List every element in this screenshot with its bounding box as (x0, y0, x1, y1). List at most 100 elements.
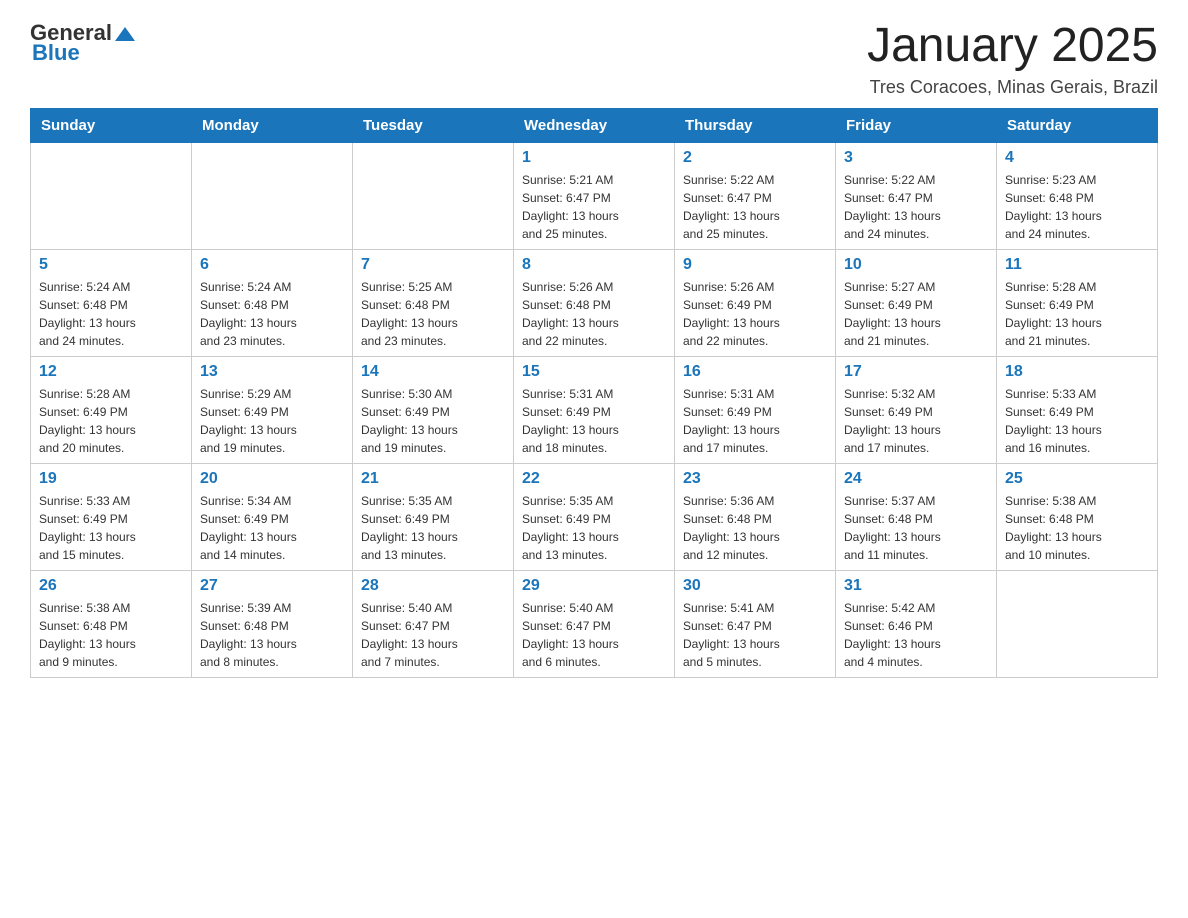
day-info: Sunrise: 5:21 AMSunset: 6:47 PMDaylight:… (522, 171, 666, 243)
day-info: Sunrise: 5:28 AMSunset: 6:49 PMDaylight:… (39, 385, 183, 457)
day-info: Sunrise: 5:27 AMSunset: 6:49 PMDaylight:… (844, 278, 988, 350)
calendar-cell: 15Sunrise: 5:31 AMSunset: 6:49 PMDayligh… (514, 356, 675, 463)
day-info: Sunrise: 5:22 AMSunset: 6:47 PMDaylight:… (683, 171, 827, 243)
day-number: 25 (1005, 470, 1149, 488)
day-number: 30 (683, 577, 827, 595)
day-number: 27 (200, 577, 344, 595)
calendar-week-2: 5 Sunrise: 5:24 AMSunset: 6:48 PMDaylight… (31, 249, 1158, 356)
logo-blue-text: Blue (32, 40, 80, 66)
day-info: Sunrise: 5:37 AMSunset: 6:48 PMDaylight:… (844, 492, 988, 564)
calendar-cell: 2 Sunrise: 5:22 AMSunset: 6:47 PMDaylight… (675, 142, 836, 249)
day-number: 20 (200, 470, 344, 488)
day-info: Sunrise: 5:32 AMSunset: 6:49 PMDaylight:… (844, 385, 988, 457)
header-day-friday: Friday (836, 108, 997, 142)
calendar-cell: 11 Sunrise: 5:28 AMSunset: 6:49 PMDayligh… (997, 249, 1158, 356)
day-info: Sunrise: 5:26 AMSunset: 6:49 PMDaylight:… (683, 278, 827, 350)
day-info: Sunrise: 5:38 AMSunset: 6:48 PMDaylight:… (39, 599, 183, 671)
month-title: January 2025 (867, 20, 1158, 73)
calendar-cell: 4Sunrise: 5:23 AMSunset: 6:48 PMDaylight… (997, 142, 1158, 249)
day-number: 2 (683, 149, 827, 167)
page-header: General Blue January 2025 Tres Coracoes,… (30, 20, 1158, 98)
day-info: Sunrise: 5:22 AMSunset: 6:47 PMDaylight:… (844, 171, 988, 243)
calendar-cell: 24 Sunrise: 5:37 AMSunset: 6:48 PMDayligh… (836, 463, 997, 570)
calendar-cell: 31 Sunrise: 5:42 AMSunset: 6:46 PMDayligh… (836, 570, 997, 677)
day-number: 19 (39, 470, 183, 488)
day-number: 26 (39, 577, 183, 595)
day-number: 28 (361, 577, 505, 595)
title-section: January 2025 Tres Coracoes, Minas Gerais… (867, 20, 1158, 98)
calendar-cell (192, 142, 353, 249)
day-number: 29 (522, 577, 666, 595)
calendar-cell: 10 Sunrise: 5:27 AMSunset: 6:49 PMDayligh… (836, 249, 997, 356)
calendar-table: SundayMondayTuesdayWednesdayThursdayFrid… (30, 108, 1158, 678)
day-info: Sunrise: 5:40 AMSunset: 6:47 PMDaylight:… (522, 599, 666, 671)
day-number: 15 (522, 363, 666, 381)
calendar-cell: 23Sunrise: 5:36 AMSunset: 6:48 PMDayligh… (675, 463, 836, 570)
day-info: Sunrise: 5:39 AMSunset: 6:48 PMDaylight:… (200, 599, 344, 671)
day-info: Sunrise: 5:40 AMSunset: 6:47 PMDaylight:… (361, 599, 505, 671)
logo: General Blue (30, 20, 136, 66)
calendar-cell: 9 Sunrise: 5:26 AMSunset: 6:49 PMDaylight… (675, 249, 836, 356)
day-number: 9 (683, 256, 827, 274)
day-info: Sunrise: 5:26 AMSunset: 6:48 PMDaylight:… (522, 278, 666, 350)
calendar-cell: 17 Sunrise: 5:32 AMSunset: 6:49 PMDayligh… (836, 356, 997, 463)
day-info: Sunrise: 5:33 AMSunset: 6:49 PMDaylight:… (39, 492, 183, 564)
calendar-cell: 6Sunrise: 5:24 AMSunset: 6:48 PMDaylight… (192, 249, 353, 356)
day-info: Sunrise: 5:30 AMSunset: 6:49 PMDaylight:… (361, 385, 505, 457)
calendar-cell: 26 Sunrise: 5:38 AMSunset: 6:48 PMDayligh… (31, 570, 192, 677)
day-info: Sunrise: 5:35 AMSunset: 6:49 PMDaylight:… (361, 492, 505, 564)
calendar-cell (353, 142, 514, 249)
day-number: 5 (39, 256, 183, 274)
calendar-cell: 18Sunrise: 5:33 AMSunset: 6:49 PMDayligh… (997, 356, 1158, 463)
day-info: Sunrise: 5:29 AMSunset: 6:49 PMDaylight:… (200, 385, 344, 457)
calendar-cell: 8 Sunrise: 5:26 AMSunset: 6:48 PMDaylight… (514, 249, 675, 356)
day-info: Sunrise: 5:24 AMSunset: 6:48 PMDaylight:… (200, 278, 344, 350)
header-day-tuesday: Tuesday (353, 108, 514, 142)
day-info: Sunrise: 5:36 AMSunset: 6:48 PMDaylight:… (683, 492, 827, 564)
header-day-monday: Monday (192, 108, 353, 142)
calendar-cell: 30 Sunrise: 5:41 AMSunset: 6:47 PMDayligh… (675, 570, 836, 677)
day-info: Sunrise: 5:42 AMSunset: 6:46 PMDaylight:… (844, 599, 988, 671)
day-number: 10 (844, 256, 988, 274)
calendar-cell: 7Sunrise: 5:25 AMSunset: 6:48 PMDaylight… (353, 249, 514, 356)
day-info: Sunrise: 5:41 AMSunset: 6:47 PMDaylight:… (683, 599, 827, 671)
day-number: 11 (1005, 256, 1149, 274)
day-number: 31 (844, 577, 988, 595)
day-info: Sunrise: 5:34 AMSunset: 6:49 PMDaylight:… (200, 492, 344, 564)
day-number: 22 (522, 470, 666, 488)
day-info: Sunrise: 5:28 AMSunset: 6:49 PMDaylight:… (1005, 278, 1149, 350)
calendar-body: 1Sunrise: 5:21 AMSunset: 6:47 PMDaylight… (31, 142, 1158, 677)
day-number: 12 (39, 363, 183, 381)
header-day-sunday: Sunday (31, 108, 192, 142)
header-day-wednesday: Wednesday (514, 108, 675, 142)
calendar-cell: 19 Sunrise: 5:33 AMSunset: 6:49 PMDayligh… (31, 463, 192, 570)
header-day-saturday: Saturday (997, 108, 1158, 142)
day-number: 13 (200, 363, 344, 381)
calendar-cell (997, 570, 1158, 677)
calendar-cell: 3Sunrise: 5:22 AMSunset: 6:47 PMDaylight… (836, 142, 997, 249)
day-number: 4 (1005, 149, 1149, 167)
header-day-thursday: Thursday (675, 108, 836, 142)
day-number: 17 (844, 363, 988, 381)
calendar-week-4: 19 Sunrise: 5:33 AMSunset: 6:49 PMDayligh… (31, 463, 1158, 570)
calendar-cell: 20 Sunrise: 5:34 AMSunset: 6:49 PMDayligh… (192, 463, 353, 570)
day-number: 8 (522, 256, 666, 274)
day-info: Sunrise: 5:25 AMSunset: 6:48 PMDaylight:… (361, 278, 505, 350)
day-number: 18 (1005, 363, 1149, 381)
subtitle: Tres Coracoes, Minas Gerais, Brazil (867, 77, 1158, 98)
calendar-cell: 1Sunrise: 5:21 AMSunset: 6:47 PMDaylight… (514, 142, 675, 249)
calendar-cell: 21 Sunrise: 5:35 AMSunset: 6:49 PMDayligh… (353, 463, 514, 570)
day-info: Sunrise: 5:31 AMSunset: 6:49 PMDaylight:… (683, 385, 827, 457)
day-info: Sunrise: 5:35 AMSunset: 6:49 PMDaylight:… (522, 492, 666, 564)
header-row: SundayMondayTuesdayWednesdayThursdayFrid… (31, 108, 1158, 142)
calendar-cell: 16 Sunrise: 5:31 AMSunset: 6:49 PMDayligh… (675, 356, 836, 463)
calendar-week-5: 26 Sunrise: 5:38 AMSunset: 6:48 PMDayligh… (31, 570, 1158, 677)
calendar-cell: 12 Sunrise: 5:28 AMSunset: 6:49 PMDayligh… (31, 356, 192, 463)
day-number: 24 (844, 470, 988, 488)
calendar-cell (31, 142, 192, 249)
calendar-cell: 28 Sunrise: 5:40 AMSunset: 6:47 PMDayligh… (353, 570, 514, 677)
day-number: 16 (683, 363, 827, 381)
calendar-cell: 29 Sunrise: 5:40 AMSunset: 6:47 PMDayligh… (514, 570, 675, 677)
day-number: 21 (361, 470, 505, 488)
day-info: Sunrise: 5:38 AMSunset: 6:48 PMDaylight:… (1005, 492, 1149, 564)
